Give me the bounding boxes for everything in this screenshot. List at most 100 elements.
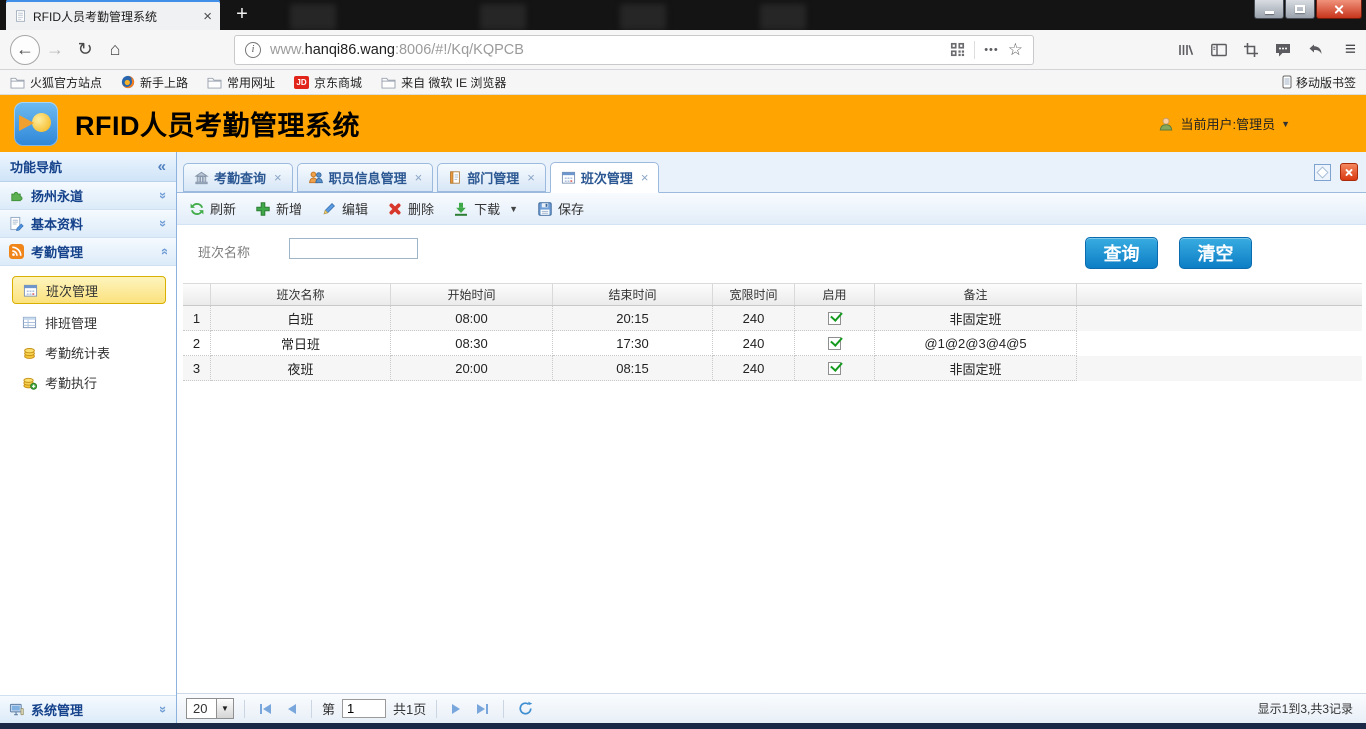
chevron-double-icon: » [156,220,171,227]
background-window [290,4,336,30]
search-row: 班次名称 查询 清空 [177,225,1366,283]
user-menu[interactable]: 当前用户:管理员 ▼ [1158,114,1290,133]
sidebar-group[interactable]: 考勤管理» [0,238,176,266]
content-tab-label: 职员信息管理 [329,168,407,187]
download-button[interactable]: 下载▼ [453,199,518,218]
url-bar[interactable]: i www.hanqi86.wang:8006/#!/Kq/KQPCB ••• … [234,35,1034,65]
chat-icon[interactable] [1274,42,1292,58]
sidebar-item-label: 班次管理 [46,281,98,300]
column-header[interactable]: 宽限时间 [713,284,795,305]
new-tab-button[interactable]: + [229,2,255,28]
column-header[interactable]: 启用 [795,284,875,305]
coins-add-icon [22,375,37,390]
bookmark-item[interactable]: JD京东商城 [294,74,362,91]
refresh-button[interactable]: 刷新 [189,199,236,218]
qr-code-icon[interactable] [950,42,965,57]
save-button[interactable]: 保存 [537,199,584,218]
sidebar-item[interactable]: 考勤执行 [0,367,176,397]
bookmark-item[interactable]: 新手上路 [121,74,188,91]
window-minimize-button[interactable] [1254,0,1284,19]
last-page-button[interactable] [472,704,493,714]
reload-button[interactable]: ↻ [70,35,100,65]
sidebar-item[interactable]: 考勤统计表 [0,337,176,367]
table-row[interactable]: 2常日班08:3017:30240@1@2@3@4@5 [183,331,1362,356]
page-favicon-icon [14,9,27,23]
content-tabbar: 考勤查询×职员信息管理×部门管理×班次管理× [177,152,1366,193]
close-tab-button[interactable] [1340,163,1358,181]
content-tab[interactable]: 班次管理 × [550,162,660,193]
column-header[interactable]: 开始时间 [391,284,553,305]
column-header[interactable]: 班次名称 [211,284,391,305]
table-row[interactable]: 3夜班20:0008:15240非固定班 [183,356,1362,381]
enabled-checkbox[interactable] [828,362,841,375]
enabled-checkbox[interactable] [828,337,841,350]
undo-icon[interactable] [1307,42,1324,57]
fullscreen-icon[interactable] [1314,164,1331,181]
row-number-cell: 2 [183,331,211,356]
column-header[interactable]: 备注 [875,284,1077,305]
prev-page-button[interactable] [283,704,301,714]
screenshot-icon[interactable] [1243,42,1259,58]
reload-grid-button[interactable] [518,701,533,716]
content-toolbar: 刷新新增编辑删除下载▼ 保存 [177,193,1366,225]
home-button[interactable]: ⌂ [100,35,130,65]
delete-button[interactable]: 删除 [387,199,434,218]
sidebar-toggle-icon[interactable] [1210,42,1228,58]
start-time-cell: 08:30 [391,331,553,356]
sidebar-group-system[interactable]: 系统管理 » [0,695,176,723]
sidebar-group[interactable]: 扬州永道» [0,182,176,210]
chevron-down-icon[interactable]: ▼ [509,204,518,214]
content-tab[interactable]: 考勤查询 × [183,163,293,192]
tab-close-icon[interactable]: × [415,170,423,185]
browser-tab-title: RFID人员考勤管理系统 [33,8,197,25]
tab-close-icon[interactable]: × [527,170,535,185]
content-tab[interactable]: 职员信息管理 × [297,163,434,192]
page-actions-icon[interactable]: ••• [984,44,999,56]
bookmark-item[interactable]: 来自 微软 IE 浏览器 [381,74,506,91]
shift-name-input[interactable] [289,238,418,259]
add-button[interactable]: 新增 [255,199,302,218]
clear-button[interactable]: 清空 [1179,237,1252,269]
back-button[interactable]: ← [10,35,40,65]
bookmark-item[interactable]: 火狐官方站点 [10,74,102,91]
window-maximize-button[interactable] [1285,0,1315,19]
first-page-button[interactable] [255,704,276,714]
next-page-button[interactable] [447,704,465,714]
page-size-select[interactable]: 20 ▼ [186,698,234,719]
browser-tab[interactable]: RFID人员考勤管理系统 × [6,0,220,30]
tab-close-icon[interactable]: × [641,170,649,185]
window-close-button[interactable] [1316,0,1362,19]
table-row[interactable]: 1白班08:0020:15240非固定班 [183,306,1362,331]
content-tab-label: 考勤查询 [214,168,266,187]
forward-button[interactable]: → [40,35,70,65]
content-tab-label: 班次管理 [581,168,633,187]
page-number-input[interactable] [342,699,386,718]
shift-name-cell: 白班 [211,306,391,331]
content-tab[interactable]: 部门管理× [437,163,546,192]
enabled-checkbox[interactable] [828,312,841,325]
tab-close-icon[interactable]: × [274,170,282,185]
menu-hamburger-icon[interactable]: ≡ [1345,39,1356,61]
query-button[interactable]: 查询 [1085,237,1158,269]
tab-close-icon[interactable]: × [203,9,212,24]
sidebar-accordion: 扬州永道»基本资料»考勤管理» 班次管理排班管理考勤统计表考勤执行 [0,182,176,397]
sidebar-item[interactable]: 排班管理 [0,307,176,337]
bookmark-star-icon[interactable]: ☆ [1008,40,1023,60]
column-header[interactable] [183,284,211,305]
enabled-cell [795,331,875,356]
library-icon[interactable] [1177,42,1195,58]
sidebar-group[interactable]: 基本资料» [0,210,176,238]
sidebar-collapse-icon[interactable]: « [158,158,166,175]
bookmark-item[interactable]: 常用网址 [207,74,275,91]
row-number-cell: 3 [183,356,211,381]
chevron-down-icon[interactable]: ▼ [217,698,234,719]
edit-button[interactable]: 编辑 [321,199,368,218]
column-header[interactable]: 结束时间 [553,284,713,305]
first-page-icon [263,704,271,714]
calendar-icon [23,283,38,298]
site-info-icon[interactable]: i [245,42,261,58]
url-text[interactable]: www.hanqi86.wang:8006/#!/Kq/KQPCB [270,42,941,58]
sidebar-item[interactable]: 班次管理 [12,276,166,304]
urlbar-divider [974,41,975,59]
bookmark-mobile[interactable]: 移动版书签 [1282,74,1356,91]
